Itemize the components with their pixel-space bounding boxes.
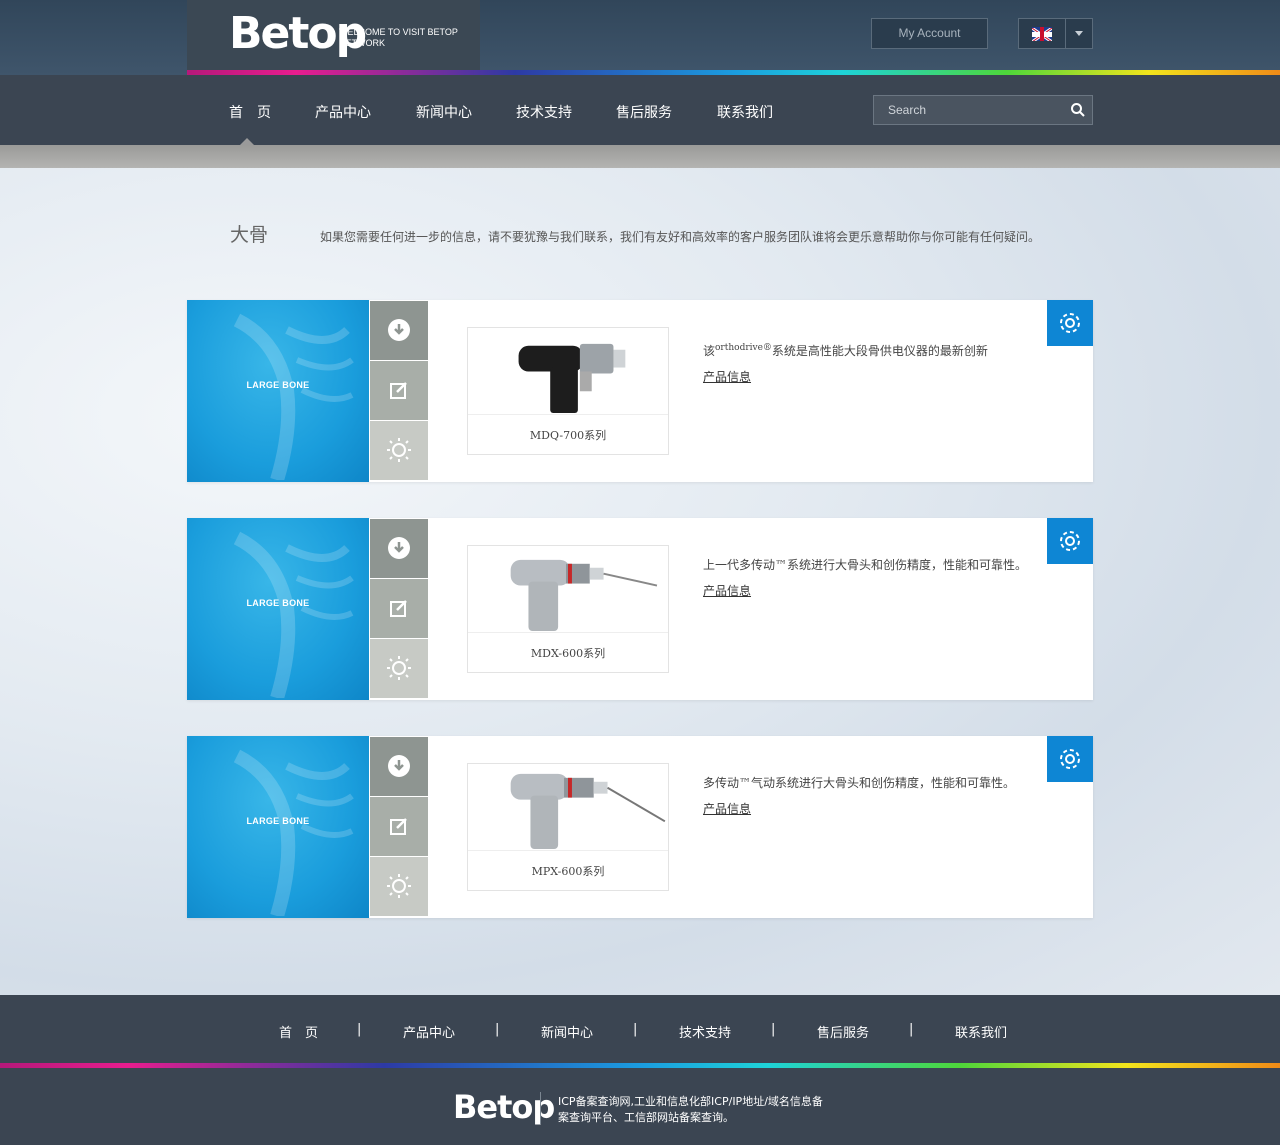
edit-icon xyxy=(390,600,407,617)
footer-separator: | xyxy=(495,1022,500,1037)
edit-button[interactable] xyxy=(370,361,428,420)
nav-item-news[interactable]: 新闻中心 xyxy=(416,102,472,122)
footer-separator: | xyxy=(357,1022,362,1037)
logo-tagline: WELCOME TO VISIT BETOP NETWORK xyxy=(339,27,458,48)
nav-item-service[interactable]: 售后服务 xyxy=(616,102,672,122)
product-info-link[interactable]: 产品信息 xyxy=(703,368,751,385)
product-card: LARGE BONE MPX-600系列 多传动™气动系统进行大骨头和创伤精度，… xyxy=(187,736,1093,918)
footer-nav-home[interactable]: 首 页 xyxy=(279,1022,318,1041)
gear-icon xyxy=(1060,749,1080,769)
product-thumbnail[interactable]: MPX-600系列 xyxy=(467,763,669,891)
footer-separator: | xyxy=(771,1022,776,1037)
edit-icon xyxy=(390,818,407,835)
download-icon xyxy=(388,755,410,777)
brightness-button[interactable] xyxy=(370,421,428,480)
category-banner[interactable]: LARGE BONE xyxy=(187,300,369,482)
product-name: MDX-600系列 xyxy=(530,647,606,660)
uk-flag-icon xyxy=(1032,27,1052,41)
footer-nav-support[interactable]: 技术支持 xyxy=(679,1022,731,1041)
footer-nav-contact[interactable]: 联系我们 xyxy=(955,1022,1007,1041)
drill-image-icon xyxy=(468,343,668,415)
main-content: 大骨 如果您需要任何进一步的信息，请不要犹豫与我们联系，我们有友好和高效率的客户… xyxy=(0,168,1280,995)
bone-xray-icon xyxy=(233,313,354,480)
nav-item-products[interactable]: 产品中心 xyxy=(315,102,371,122)
brightness-button[interactable] xyxy=(370,639,428,698)
main-nav: 首 页 产品中心 新闻中心 技术支持 售后服务 联系我们 xyxy=(0,75,1280,145)
footer-nav: 首 页 | 产品中心 | 新闻中心 | 技术支持 | 售后服务 | 联系我们 xyxy=(0,995,1280,1065)
nav-item-contact[interactable]: 联系我们 xyxy=(717,102,773,122)
search-icon[interactable] xyxy=(1070,102,1086,118)
settings-button[interactable] xyxy=(1047,300,1093,346)
product-thumbnail[interactable]: MDQ-700系列 xyxy=(467,327,669,455)
page-title: 大骨 xyxy=(230,224,269,246)
top-bar: Betop WELCOME TO VISIT BETOP NETWORK My … xyxy=(0,0,1280,75)
edit-button[interactable] xyxy=(370,797,428,856)
page-description: 如果您需要任何进一步的信息，请不要犹豫与我们联系，我们有友好和高效率的客户服务团… xyxy=(320,230,1041,244)
sun-icon xyxy=(387,438,411,462)
edit-icon xyxy=(390,382,407,399)
download-button[interactable] xyxy=(370,737,428,796)
footer-nav-news[interactable]: 新闻中心 xyxy=(541,1022,593,1041)
footer-nav-products[interactable]: 产品中心 xyxy=(403,1022,455,1041)
banner-label: LARGE BONE xyxy=(246,380,310,390)
edit-button[interactable] xyxy=(370,579,428,638)
banner-label: LARGE BONE xyxy=(246,816,310,826)
settings-button[interactable] xyxy=(1047,518,1093,564)
banner-label: LARGE BONE xyxy=(246,598,310,608)
search-box xyxy=(873,95,1093,125)
download-icon xyxy=(388,319,410,341)
product-description: 该orthodrive®系统是高性能大段骨供电仪器的最新创新 xyxy=(703,343,988,358)
bone-xray-icon xyxy=(233,531,354,698)
product-name: MDQ-700系列 xyxy=(529,429,607,442)
footer-separator: | xyxy=(909,1022,914,1037)
download-button[interactable] xyxy=(370,519,428,578)
active-indicator xyxy=(240,138,254,145)
product-info-link[interactable]: 产品信息 xyxy=(703,800,751,817)
language-selector[interactable] xyxy=(1018,18,1093,49)
sun-icon xyxy=(387,656,411,680)
footer-nav-service[interactable]: 售后服务 xyxy=(817,1022,869,1041)
product-card: LARGE BONE MDX-600系列 上一代多传动™系统进行大骨头和创伤精度… xyxy=(187,518,1093,700)
bone-xray-icon xyxy=(233,749,354,916)
category-banner[interactable]: LARGE BONE xyxy=(187,736,369,918)
gear-icon xyxy=(1060,531,1080,551)
chevron-down-icon[interactable] xyxy=(1075,31,1083,36)
product-thumbnail[interactable]: MDX-600系列 xyxy=(467,545,669,673)
footer-copyright: ICP备案查询网,工业和信息化部ICP/IP地址/域名信息备 案查询平台、工信部… xyxy=(558,1095,823,1124)
nav-shadow-bar xyxy=(0,145,1280,168)
footer-bottom: Betop ICP备案查询网,工业和信息化部ICP/IP地址/域名信息备 案查询… xyxy=(0,1068,1280,1145)
nav-item-support[interactable]: 技术支持 xyxy=(516,102,572,122)
nav-item-home[interactable]: 首 页 xyxy=(229,102,271,122)
product-description: 多传动™气动系统进行大骨头和创伤精度，性能和可靠性。 xyxy=(703,776,1016,790)
footer-separator: | xyxy=(633,1022,638,1037)
logo-area[interactable]: Betop WELCOME TO VISIT BETOP NETWORK xyxy=(187,0,480,72)
product-description: 上一代多传动™系统进行大骨头和创伤精度，性能和可靠性。 xyxy=(703,558,1028,572)
category-banner[interactable]: LARGE BONE xyxy=(187,518,369,700)
product-info-link[interactable]: 产品信息 xyxy=(703,582,751,599)
product-card: LARGE BONE MDQ-700系列 该orthodrive®系统是高性能大… xyxy=(187,300,1093,482)
my-account-button[interactable]: My Account xyxy=(871,18,988,49)
download-icon xyxy=(388,537,410,559)
drill-image-icon xyxy=(468,559,668,633)
gear-icon xyxy=(1060,313,1080,333)
product-name: MPX-600系列 xyxy=(531,865,605,878)
brightness-button[interactable] xyxy=(370,857,428,916)
search-input[interactable] xyxy=(874,96,1064,124)
sun-icon xyxy=(387,874,411,898)
drill-image-icon xyxy=(468,773,668,851)
download-button[interactable] xyxy=(370,301,428,360)
settings-button[interactable] xyxy=(1047,736,1093,782)
